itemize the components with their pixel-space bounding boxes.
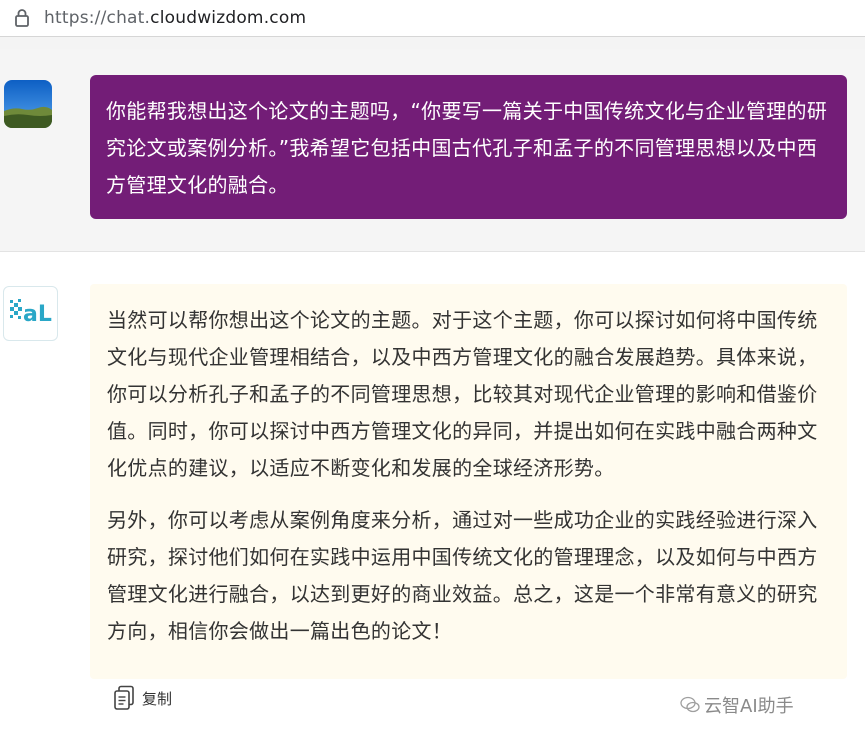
url-text[interactable]: https://chat.cloudwizdom.com <box>44 8 306 28</box>
svg-text:aL: aL <box>23 302 52 327</box>
header-divider-band <box>0 37 865 49</box>
user-message-row: 你能帮我想出这个论文的主题吗，“你要写一篇关于中国传统文化与企业管理的研究论文或… <box>0 49 865 252</box>
user-avatar <box>4 80 52 128</box>
watermark: 云智AI助手 <box>680 692 794 718</box>
ai-paragraph: 当然可以帮你想出这个论文的主题。对于这个主题，你可以探讨如何将中国传统文化与现代… <box>107 308 818 480</box>
watermark-text: 云智AI助手 <box>704 696 794 717</box>
ai-message-bubble: 当然可以帮你想出这个论文的主题。对于这个主题，你可以探讨如何将中国传统文化与现代… <box>90 284 847 679</box>
url-host: cloudwizdom.com <box>150 8 307 28</box>
copy-icon <box>114 685 134 710</box>
ai-logo-icon: aL <box>3 286 58 341</box>
ai-message-row: aL 当然可以帮你想出这个论文的主题。对于这个主题，你可以探讨如何将中国传统文化… <box>0 252 865 747</box>
wechat-icon <box>680 696 700 713</box>
copy-label: 复制 <box>142 689 173 708</box>
copy-button[interactable]: 复制 <box>113 684 172 712</box>
user-message-bubble: 你能帮我想出这个论文的主题吗，“你要写一篇关于中国传统文化与企业管理的研究论文或… <box>90 75 847 219</box>
ai-paragraph: 另外，你可以考虑从案例角度来分析，通过对一些成功企业的实践经验进行深入研究，探讨… <box>107 508 818 643</box>
address-bar[interactable]: https://chat.cloudwizdom.com <box>0 0 865 37</box>
lock-icon <box>15 9 29 27</box>
url-scheme: https://chat. <box>44 8 151 28</box>
landscape-avatar-image <box>4 80 52 128</box>
